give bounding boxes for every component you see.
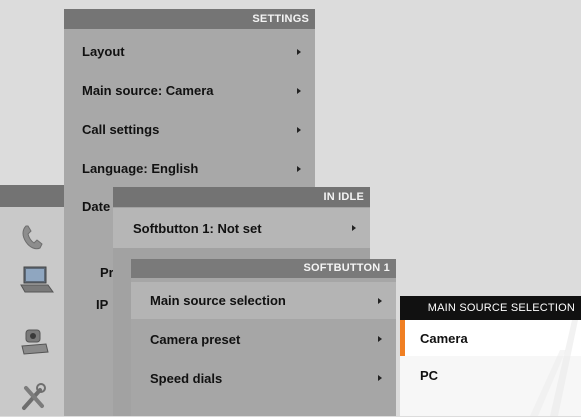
- main-source-selection-item[interactable]: Main source selection: [131, 282, 396, 319]
- chevron-right-icon: [297, 165, 301, 172]
- settings-item-layout[interactable]: Layout: [64, 32, 315, 71]
- settings-item-label: Pr: [100, 265, 114, 280]
- chevron-right-icon: [297, 126, 301, 133]
- settings-item-label: Call settings: [82, 122, 160, 137]
- camera-icon[interactable]: [20, 328, 50, 361]
- side-bar-header: [0, 185, 64, 207]
- softbutton-item-label: Main source selection: [150, 293, 286, 308]
- main-source-selection-title: MAIN SOURCE SELECTION: [400, 296, 581, 320]
- softbutton-menu: SOFTBUTTON 1 Main source selection Camer…: [131, 259, 396, 416]
- softbutton-1-label: Softbutton 1: Not set: [133, 220, 262, 236]
- settings-item-label: Main source: Camera: [82, 83, 214, 98]
- tools-icon[interactable]: [20, 382, 48, 417]
- laptop-icon[interactable]: [20, 265, 54, 300]
- in-idle-title: IN IDLE: [113, 187, 370, 207]
- settings-item-call-settings[interactable]: Call settings: [64, 110, 315, 149]
- softbutton-item-label: Speed dials: [150, 370, 223, 386]
- chevron-right-icon: [297, 48, 301, 55]
- softbutton-1-item[interactable]: Softbutton 1: Not set: [113, 208, 370, 248]
- main-source-selection-menu: MAIN SOURCE SELECTION Camera PC: [400, 296, 581, 416]
- settings-item-label: Layout: [82, 44, 125, 59]
- chevron-right-icon: [378, 297, 382, 304]
- chevron-right-icon: [378, 375, 382, 381]
- settings-title: SETTINGS: [64, 9, 315, 29]
- phone-icon[interactable]: [20, 222, 46, 257]
- speed-dials-item[interactable]: Speed dials: [131, 359, 396, 397]
- chevron-right-icon: [378, 336, 382, 342]
- chevron-right-icon: [297, 87, 301, 94]
- softbutton-title: SOFTBUTTON 1: [131, 259, 396, 278]
- softbutton-item-label: Camera preset: [150, 331, 241, 347]
- settings-item-language[interactable]: Language: English: [64, 149, 315, 188]
- settings-item-label: Language: English: [82, 161, 199, 176]
- camera-preset-item[interactable]: Camera preset: [131, 320, 396, 358]
- settings-item-label: IP: [96, 297, 109, 312]
- settings-item-main-source[interactable]: Main source: Camera: [64, 71, 315, 110]
- chevron-right-icon: [352, 225, 356, 231]
- background-swoosh: [530, 320, 578, 416]
